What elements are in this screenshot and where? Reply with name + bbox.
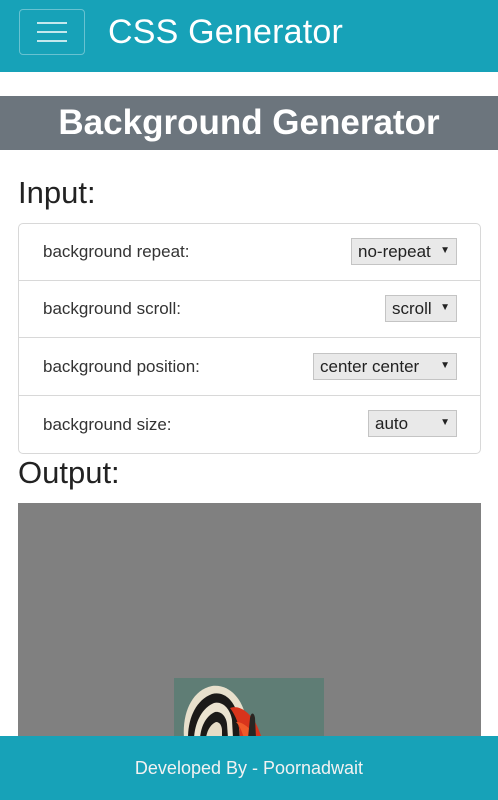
background-position-select[interactable]: center center ▼ bbox=[313, 353, 457, 380]
background-repeat-select[interactable]: no-repeat ▼ bbox=[351, 238, 457, 265]
input-heading: Input: bbox=[18, 175, 96, 210]
app-title: CSS Generator bbox=[108, 13, 344, 51]
background-position-row: background position: center center ▼ bbox=[19, 339, 480, 396]
footer: Developed By - Poornadwait bbox=[0, 736, 498, 800]
background-size-label: background size: bbox=[43, 414, 172, 434]
dropdown-caret-icon: ▼ bbox=[440, 417, 450, 428]
dropdown-caret-icon: ▼ bbox=[440, 360, 450, 371]
footer-credit: Developed By - Poornadwait bbox=[134, 757, 364, 778]
menu-toggle-button[interactable] bbox=[19, 9, 85, 55]
output-heading: Output: bbox=[18, 455, 120, 490]
background-repeat-row: background repeat: no-repeat ▼ bbox=[19, 224, 480, 281]
hamburger-menu-icon bbox=[37, 22, 67, 24]
background-scroll-label: background scroll: bbox=[43, 299, 181, 318]
background-position-value: center center bbox=[320, 356, 420, 376]
butterfly-image bbox=[174, 678, 324, 736]
page-banner: Background Generator bbox=[0, 96, 498, 150]
page-title: Background Generator bbox=[58, 103, 440, 142]
background-scroll-select[interactable]: scroll ▼ bbox=[385, 295, 457, 322]
background-position-label: background position: bbox=[43, 357, 200, 376]
hamburger-menu-icon bbox=[37, 31, 67, 33]
background-size-value: auto bbox=[375, 413, 409, 433]
output-preview bbox=[18, 503, 481, 736]
background-size-row: background size: auto ▼ bbox=[19, 396, 480, 453]
dropdown-caret-icon: ▼ bbox=[440, 302, 450, 313]
input-card: background repeat: no-repeat ▼ backgroun… bbox=[18, 223, 481, 454]
background-repeat-label: background repeat: bbox=[43, 242, 190, 261]
background-size-select[interactable]: auto ▼ bbox=[368, 410, 457, 437]
hamburger-menu-icon bbox=[37, 40, 67, 42]
dropdown-caret-icon: ▼ bbox=[440, 245, 450, 256]
background-scroll-row: background scroll: scroll ▼ bbox=[19, 281, 480, 338]
app-bar: CSS Generator bbox=[0, 0, 498, 72]
background-repeat-value: no-repeat bbox=[358, 241, 431, 261]
background-scroll-value: scroll bbox=[392, 298, 432, 318]
